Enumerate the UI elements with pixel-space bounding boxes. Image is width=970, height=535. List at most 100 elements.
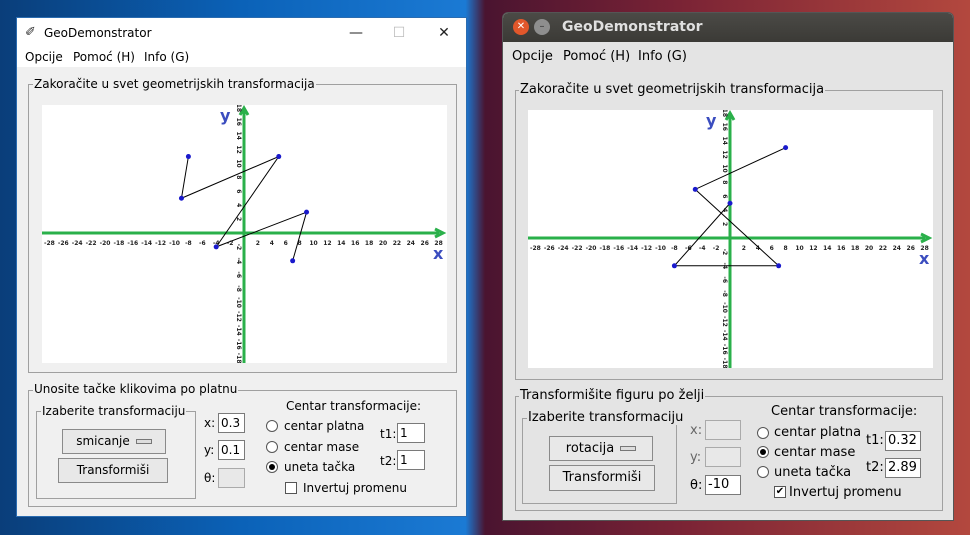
y-tick-label: 18 (721, 110, 728, 117)
menu-pomoc[interactable]: Pomoć (H) (73, 50, 135, 64)
y-tick-label: -12 (235, 311, 242, 322)
y-tick-label: -14 (721, 330, 728, 341)
title-bar[interactable]: ✐ GeoDemonstrator — ☐ ✕ (17, 18, 466, 48)
canvas-frame-label: Zakoračite u svet geometrijskih transfor… (33, 77, 316, 91)
y-tick-label: -14 (235, 325, 242, 336)
menu-opcije[interactable]: Opcije (25, 50, 63, 64)
drawing-canvas[interactable]: -28 -26 -24 -22 -20 -18 -18 -16 -16 -14 -14 -12 -12-… (42, 104, 447, 364)
transform-type-menu[interactable]: rotacija (549, 436, 653, 461)
x-tick-label: -16 (613, 245, 624, 252)
radio-centar-platna-label: centar platna (284, 419, 365, 433)
radio-centar-mase[interactable] (757, 446, 769, 458)
y-tick-label: -10 (235, 297, 242, 308)
x-tick-label: 10 (309, 240, 317, 247)
x-tick-label: 24 (407, 240, 415, 247)
transform-frame (522, 418, 677, 504)
close-icon[interactable]: ✕ (513, 19, 529, 35)
y-tick-label: 6 (721, 194, 728, 198)
x-axis-label: x (919, 249, 930, 268)
x-tick-label: 6 (284, 240, 288, 247)
radio-centar-platna[interactable] (757, 427, 769, 439)
title-bar[interactable]: ✕ – GeoDemonstrator (503, 13, 953, 42)
x-tick-label: -2 (713, 245, 720, 252)
drawing-canvas[interactable]: -28 -26 -24 -22 -20 -18 -18 -16 -16 -14 -14 -12 -12-… (528, 109, 933, 369)
radio-centar-mase[interactable] (266, 441, 278, 453)
x-tick-label: 18 (851, 245, 859, 252)
t1-label: t1: (866, 433, 884, 448)
menu-opcije[interactable]: Opcije (512, 49, 553, 64)
y-tick-label: -2 (721, 249, 728, 256)
y-input[interactable]: 0.1 (218, 440, 245, 460)
x-tick-label: -10 (169, 240, 180, 247)
center-label: Centar transformacije: (286, 399, 422, 413)
y-tick-label: -6 (235, 271, 242, 278)
y-tick-label: 8 (721, 180, 728, 184)
x-tick-label: -16 (127, 240, 138, 247)
x-tick-label: 12 (323, 240, 331, 247)
x-tick-label: -26 (544, 245, 555, 252)
radio-uneta-tacka[interactable] (757, 466, 769, 478)
window-title: GeoDemonstrator (44, 26, 152, 40)
y-tick-label: 2 (721, 222, 728, 226)
y-tick-label: -12 (721, 316, 728, 327)
menu-indicator-icon (620, 446, 637, 451)
transform-type-menu[interactable]: smicanje (62, 429, 166, 454)
t1-input[interactable]: 1 (397, 423, 425, 443)
transform-button[interactable]: Transformiši (549, 465, 655, 491)
t2-input[interactable]: 2.89 (885, 458, 921, 478)
t2-input[interactable]: 1 (397, 450, 425, 470)
x-tick-label: 22 (393, 240, 401, 247)
x-tick-label: -20 (586, 245, 597, 252)
geodemonstrator-window-windows: ✐ GeoDemonstrator — ☐ ✕ Opcije Pomoć (H)… (16, 17, 467, 517)
x-tick-label: -6 (199, 240, 206, 247)
coordinate-plot[interactable]: -28 -26 -24 -22 -20 -18-18-16-16-14-14-12-12-… (528, 109, 933, 369)
x-tick-label: 26 (907, 245, 915, 252)
menu-bar: Opcije Pomoć (H) Info (G) (17, 48, 466, 67)
x-tick-label: -28 (44, 240, 55, 247)
y-input[interactable] (705, 447, 741, 467)
x-input[interactable]: 0.3 (218, 413, 245, 433)
radio-centar-platna[interactable] (266, 420, 278, 432)
x-tick-label: 14 (823, 245, 831, 252)
figure-point (776, 263, 782, 269)
theta-input[interactable]: -10 (705, 475, 741, 495)
maximize-button[interactable]: ☐ (376, 18, 422, 48)
transform-button[interactable]: Transformiši (58, 458, 168, 483)
y-tick-label: -18 (721, 358, 728, 368)
x-tick-label: -8 (671, 245, 678, 252)
close-button[interactable]: ✕ (421, 18, 466, 48)
invert-checkbox[interactable]: ✔ (774, 486, 786, 498)
menu-info[interactable]: Info (G) (638, 49, 687, 64)
theta-input[interactable] (218, 468, 245, 488)
x-tick-label: 16 (837, 245, 845, 252)
radio-uneta-tacka[interactable] (266, 461, 278, 473)
minimize-button[interactable]: — (333, 18, 379, 48)
minimize-icon[interactable]: – (534, 19, 550, 35)
input-frame-label: Unosite tačke klikovima po platnu (33, 382, 239, 396)
x-tick-label: -10 (655, 245, 666, 252)
coordinate-plot[interactable]: -28 -26 -24 -22 -20 -18-18-16-16-14-14-12-12-… (42, 104, 447, 364)
invert-label: Invertuj promenu (789, 485, 902, 500)
x-tick-label: -14 (627, 245, 638, 252)
y-tick-label: 12 (721, 150, 728, 158)
radio-centar-mase-label: centar mase (284, 440, 360, 454)
theta-label: θ: (690, 478, 703, 493)
menu-pomoc[interactable]: Pomoć (H) (563, 49, 630, 64)
x-tick-label: -20 (100, 240, 111, 247)
x-input[interactable] (705, 420, 741, 440)
figure-point (783, 145, 789, 151)
y-tick-label: -8 (721, 290, 728, 297)
x-label: x: (204, 416, 216, 430)
t1-label: t1: (380, 427, 397, 441)
t1-input[interactable]: 0.32 (885, 431, 921, 451)
radio-centar-mase-label: centar mase (774, 445, 856, 460)
feather-icon: ✐ (25, 25, 36, 40)
invert-checkbox[interactable] (285, 482, 297, 494)
x-axis-label: x (433, 244, 444, 263)
y-label: y: (204, 443, 215, 457)
menu-info[interactable]: Info (G) (144, 50, 189, 64)
invert-label: Invertuj promenu (303, 481, 407, 495)
t2-label: t2: (866, 460, 884, 475)
radio-centar-platna-label: centar platna (774, 425, 862, 440)
center-label: Centar transformacije: (771, 404, 918, 419)
